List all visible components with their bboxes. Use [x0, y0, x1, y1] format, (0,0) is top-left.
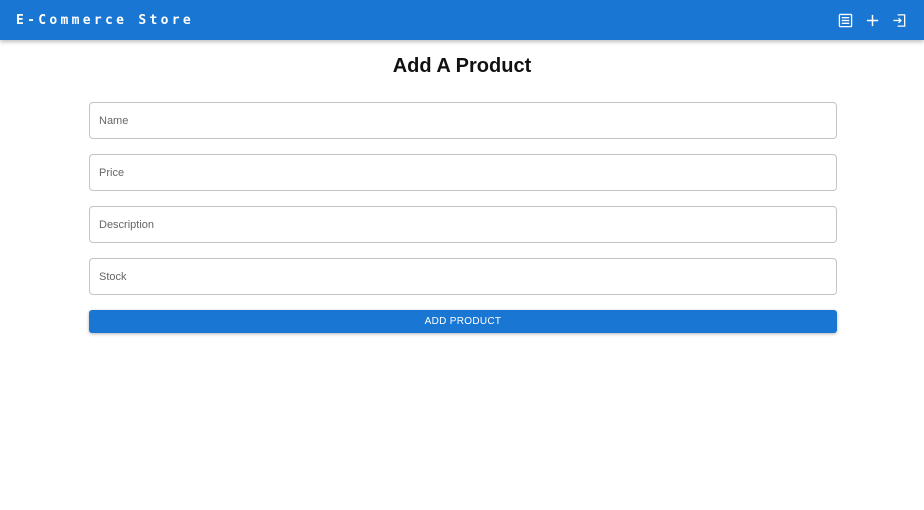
price-input[interactable] — [99, 166, 827, 179]
stock-field[interactable] — [89, 258, 837, 295]
product-list-icon[interactable] — [837, 12, 854, 29]
header-actions — [837, 12, 908, 29]
description-field[interactable] — [89, 206, 837, 243]
stock-input[interactable] — [99, 270, 827, 283]
add-icon[interactable] — [864, 12, 881, 29]
price-field[interactable] — [89, 154, 837, 191]
page-title: Add A Product — [392, 55, 532, 77]
name-input[interactable] — [99, 114, 827, 127]
login-icon[interactable] — [891, 12, 908, 29]
app-bar: E-Commerce Store — [0, 0, 924, 40]
description-input[interactable] — [99, 218, 827, 231]
add-product-form: ADD PRODUCT — [89, 102, 837, 333]
name-field[interactable] — [89, 102, 837, 139]
add-product-button[interactable]: ADD PRODUCT — [89, 310, 837, 333]
brand-title[interactable]: E-Commerce Store — [16, 13, 194, 28]
